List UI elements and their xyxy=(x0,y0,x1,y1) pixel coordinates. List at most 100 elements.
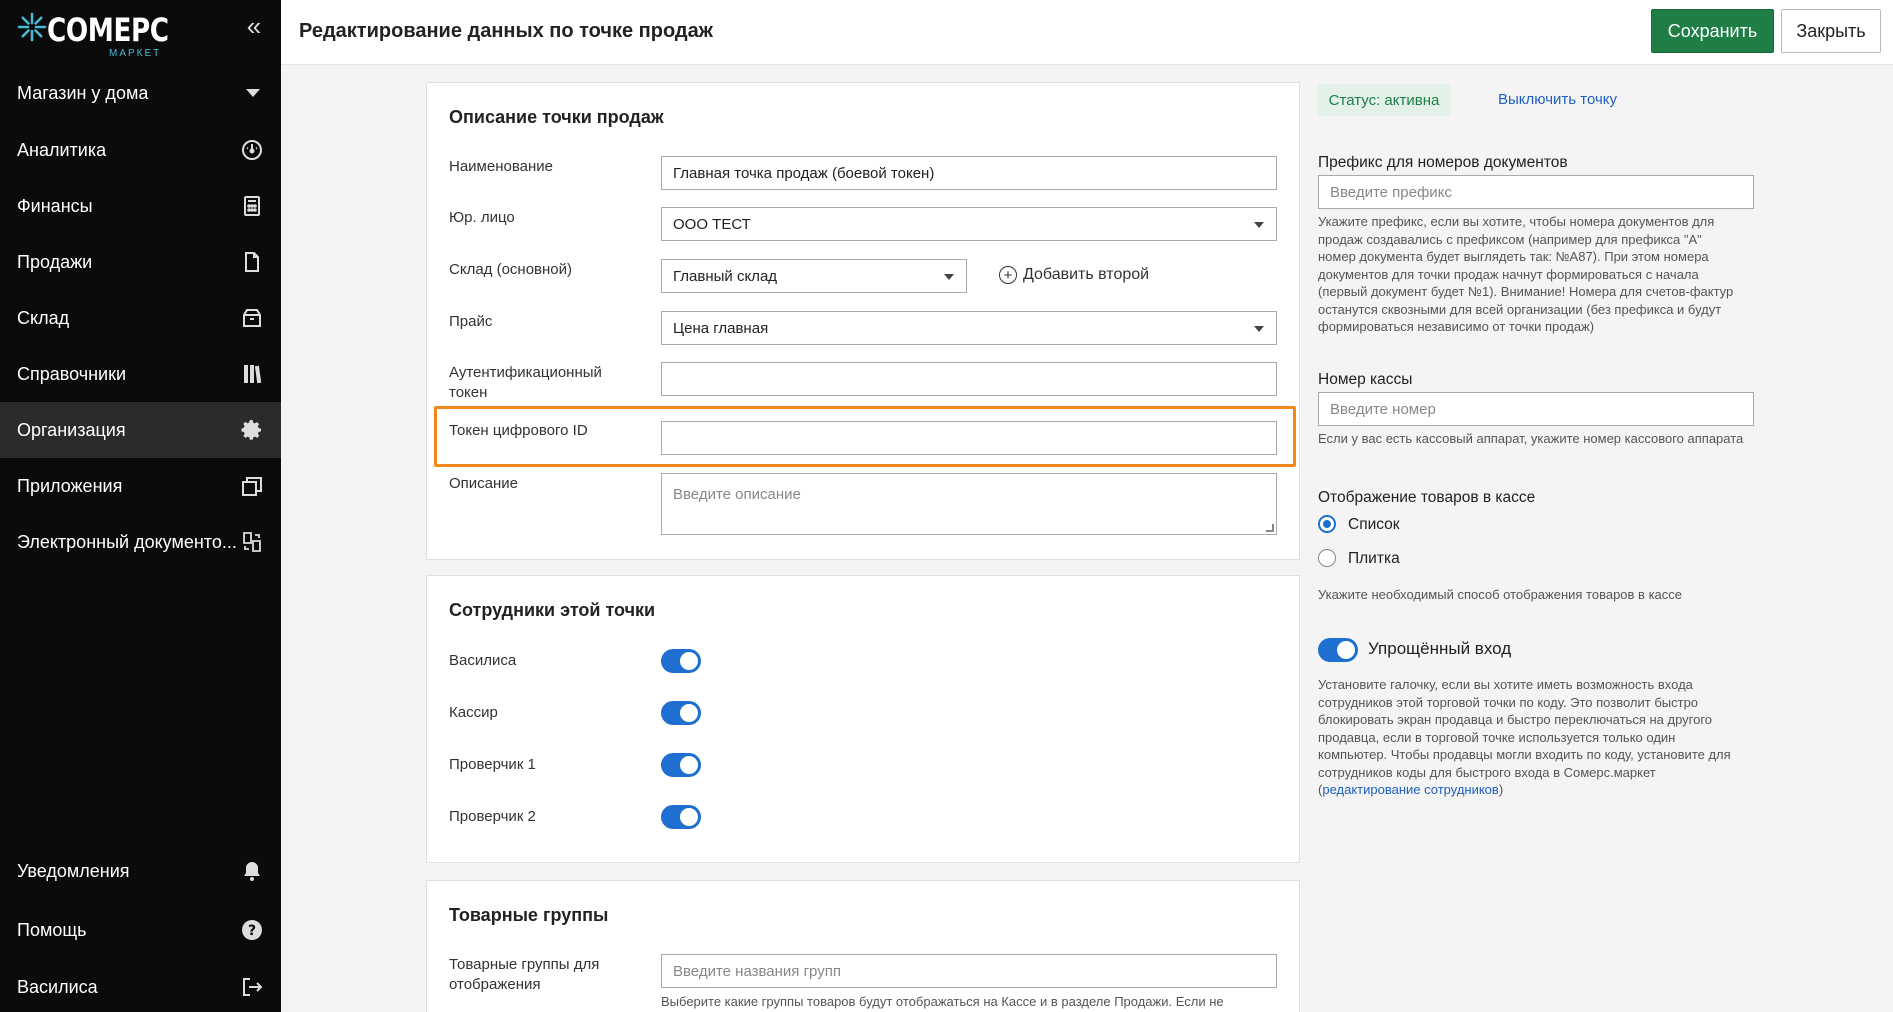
collapse-sidebar-icon[interactable]: « xyxy=(240,12,268,40)
description-placeholder: Введите описание xyxy=(673,486,801,503)
books-icon xyxy=(240,362,264,386)
save-button[interactable]: Сохранить xyxy=(1651,9,1774,53)
price-value: Цена главная xyxy=(673,319,769,337)
prefix-input[interactable]: Введите префикс xyxy=(1318,175,1754,209)
caret-down-icon xyxy=(1254,222,1264,228)
logo[interactable]: COMEPC МАРКЕТ xyxy=(17,8,169,59)
sidebar-item-references[interactable]: Справочники xyxy=(0,346,281,402)
display-list-radio[interactable] xyxy=(1318,515,1336,533)
disable-point-link[interactable]: Выключить точку xyxy=(1498,91,1617,108)
helper-line: компьютер. Чтобы продавцы могли входить … xyxy=(1318,747,1731,762)
page-header: Редактирование данных по точке продаж Со… xyxy=(281,0,1893,65)
employee-toggle[interactable] xyxy=(661,649,701,673)
employee-name: Проверчик 2 xyxy=(449,808,536,825)
helper-line: сотрудников этой торговой точки по коду.… xyxy=(1318,694,1699,710)
sidebar-item-sales[interactable]: Продажи xyxy=(0,234,281,290)
price-label: Прайс xyxy=(449,313,493,330)
display-tile-radio[interactable] xyxy=(1318,549,1336,567)
legal-entity-label: Юр. лицо xyxy=(449,209,515,226)
name-label: Наименование xyxy=(449,158,553,175)
legal-entity-select[interactable]: ООО ТЕСТ xyxy=(661,207,1277,241)
sidebar-item-notifications[interactable]: Уведомления xyxy=(0,843,281,899)
add-second-warehouse-button[interactable]: + Добавить второй xyxy=(999,266,1149,284)
windows-icon xyxy=(240,474,264,498)
prefix-label: Префикс для номеров документов xyxy=(1318,154,1568,171)
legal-entity-value: ООО ТЕСТ xyxy=(673,215,751,233)
warehouse-label: Склад (основной) xyxy=(449,261,573,278)
sidebar-item-label: Электронный документо... xyxy=(17,531,237,552)
helper-line: (редактирование сотрудников) xyxy=(1318,781,1768,799)
helper-line: Установите галочку, если вы хотите иметь… xyxy=(1318,677,1693,692)
auth-token-input[interactable] xyxy=(661,362,1277,396)
helper-line: Укажите префикс, если вы хотите, чтобы н… xyxy=(1318,214,1715,229)
dashboard-icon xyxy=(240,138,264,162)
simple-login-helper: Установите галочку, если вы хотите иметь… xyxy=(1318,676,1768,799)
edit-employees-link[interactable]: редактирование сотрудников xyxy=(1322,782,1498,797)
sidebar-item-warehouse[interactable]: Склад xyxy=(0,290,281,346)
auth-token-label-line: Аутентификационный xyxy=(449,364,602,381)
product-groups-label: Товарные группы для отображения xyxy=(449,955,599,995)
sidebar-item-edi[interactable]: Электронный документо... xyxy=(0,514,281,570)
sidebar-item-help[interactable]: Помощь ? xyxy=(0,902,281,958)
description-textarea[interactable]: Введите описание xyxy=(661,473,1277,535)
sidebar-item-organization[interactable]: Организация xyxy=(0,402,281,458)
sidebar-item-label: Склад xyxy=(17,307,70,328)
logo-star-icon xyxy=(17,12,47,42)
caret-down-icon xyxy=(1254,326,1264,332)
panel-title: Сотрудники этой точки xyxy=(449,600,656,620)
product-groups-input[interactable]: Введите названия групп xyxy=(661,954,1277,988)
sidebar-item-user[interactable]: Василиса xyxy=(0,959,281,1012)
resize-handle-icon[interactable] xyxy=(1266,524,1274,532)
display-mode-helper: Укажите необходимый способ отображения т… xyxy=(1318,587,1683,602)
sidebar-item-label: Продажи xyxy=(17,251,93,272)
close-button[interactable]: Закрыть xyxy=(1781,9,1881,53)
helper-line: сотрудников коды для быстрого входа в Со… xyxy=(1318,764,1656,780)
calculator-icon xyxy=(240,194,264,218)
helper-line: продавца, если в торговой точке использу… xyxy=(1318,729,1676,745)
status-badge: Статус: активна xyxy=(1318,84,1450,116)
sidebar-item-analytics[interactable]: Аналитика xyxy=(0,122,281,178)
sidebar-item-label: Уведомления xyxy=(17,860,130,881)
warehouse-select[interactable]: Главный склад xyxy=(661,259,967,293)
logo-text: COMEPC xyxy=(47,11,169,49)
sidebar-item-label: Организация xyxy=(17,419,126,440)
product-groups-label-line: отображения xyxy=(449,976,541,993)
display-tile-label[interactable]: Плитка xyxy=(1348,550,1400,568)
employee-toggle[interactable] xyxy=(661,701,701,725)
product-groups-label-line: Товарные группы для xyxy=(449,956,600,973)
sidebar-item-apps[interactable]: Приложения xyxy=(0,458,281,514)
description-label: Описание xyxy=(449,475,519,492)
svg-text:?: ? xyxy=(248,923,256,939)
paren: ) xyxy=(1498,782,1504,797)
helper-line: останутся сквозными для всей организации… xyxy=(1318,301,1722,317)
warehouse-value: Главный склад xyxy=(673,267,778,285)
register-number-label: Номер кассы xyxy=(1318,371,1413,388)
helper-line: продаж создавались с префиксом (например… xyxy=(1318,231,1702,247)
employee-toggle[interactable] xyxy=(661,753,701,777)
helper-line: документов для точки продаж начнут форми… xyxy=(1318,266,1699,282)
sidebar-item-label: Аналитика xyxy=(17,139,107,160)
simple-login-toggle[interactable] xyxy=(1318,638,1358,662)
store-selector[interactable]: Магазин у дома xyxy=(0,72,281,114)
add-second-label: Добавить второй xyxy=(1023,266,1150,283)
display-list-label[interactable]: Список xyxy=(1348,516,1400,534)
caret-down-icon xyxy=(944,274,954,280)
plus-circle-icon: + xyxy=(999,266,1017,284)
sidebar-item-finance[interactable]: Финансы xyxy=(0,178,281,234)
box-icon xyxy=(240,306,264,330)
name-input[interactable]: Главная точка продаж (боевой токен) xyxy=(661,156,1277,190)
auth-token-label: Аутентификационный токен xyxy=(449,363,602,403)
document-transfer-icon xyxy=(240,530,264,554)
employees-panel: Сотрудники этой точки Василиса Кассир Пр… xyxy=(426,575,1300,863)
register-number-input[interactable]: Введите номер xyxy=(1318,392,1754,426)
employee-toggle[interactable] xyxy=(661,805,701,829)
sidebar-item-label: Василиса xyxy=(17,976,98,997)
caret-down-icon xyxy=(246,89,260,97)
product-groups-panel: Товарные группы Товарные группы для отоб… xyxy=(426,880,1300,1012)
bell-icon xyxy=(240,859,264,883)
helper-line: блокировать экран продавца и быстро пере… xyxy=(1318,712,1713,727)
price-select[interactable]: Цена главная xyxy=(661,311,1277,345)
display-mode-label: Отображение товаров в кассе xyxy=(1318,489,1536,506)
employee-name: Проверчик 1 xyxy=(449,756,536,773)
panel-title: Товарные группы xyxy=(449,905,609,925)
